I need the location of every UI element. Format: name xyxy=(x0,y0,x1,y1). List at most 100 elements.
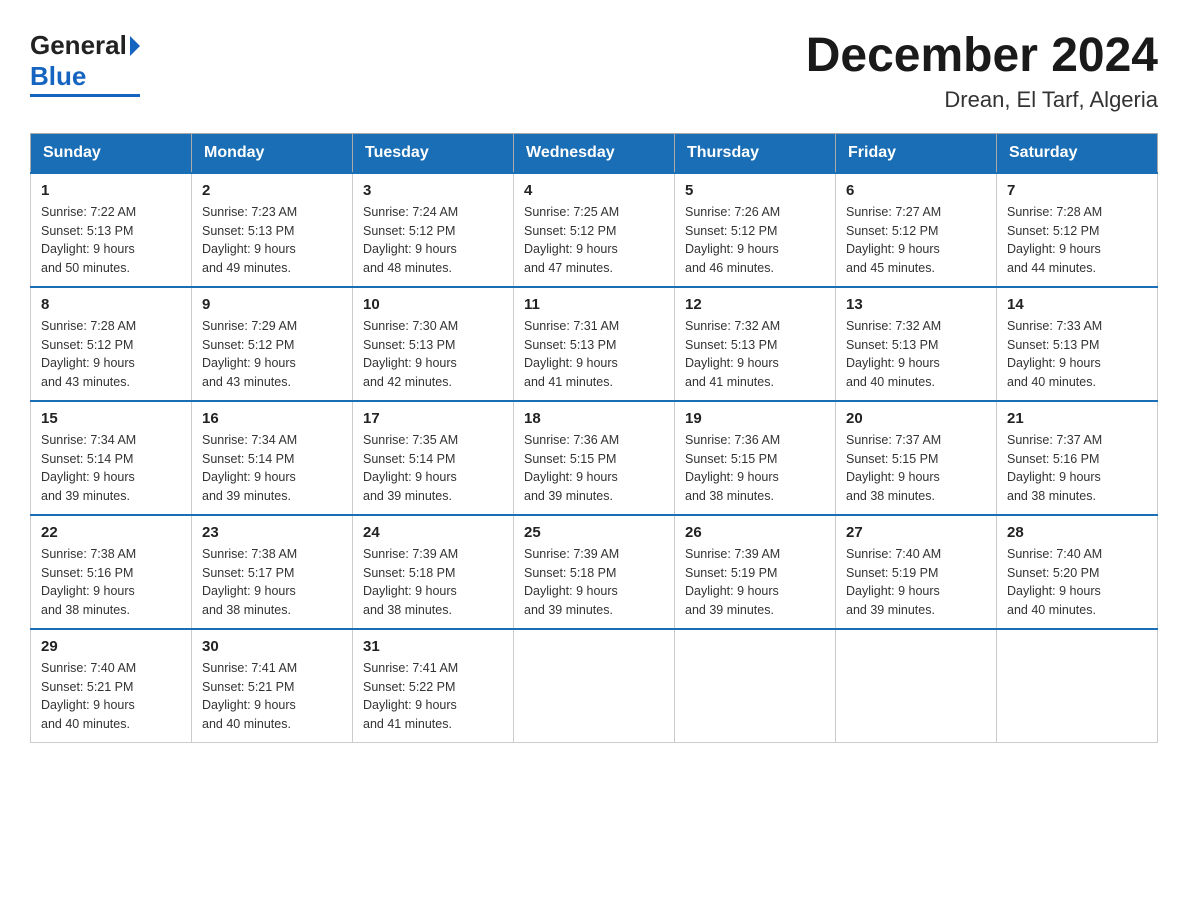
day-number: 1 xyxy=(41,182,181,199)
page-header: General Blue December 2024 Drean, El Tar… xyxy=(30,30,1158,113)
day-info: Sunrise: 7:38 AM Sunset: 5:16 PM Dayligh… xyxy=(41,545,181,620)
day-number: 6 xyxy=(846,182,986,199)
day-number: 13 xyxy=(846,296,986,313)
calendar-day-cell: 28 Sunrise: 7:40 AM Sunset: 5:20 PM Dayl… xyxy=(997,515,1158,629)
day-number: 7 xyxy=(1007,182,1147,199)
calendar-day-cell: 11 Sunrise: 7:31 AM Sunset: 5:13 PM Dayl… xyxy=(514,287,675,401)
day-number: 10 xyxy=(363,296,503,313)
calendar-day-cell: 8 Sunrise: 7:28 AM Sunset: 5:12 PM Dayli… xyxy=(31,287,192,401)
day-info: Sunrise: 7:29 AM Sunset: 5:12 PM Dayligh… xyxy=(202,317,342,392)
calendar-week-row: 8 Sunrise: 7:28 AM Sunset: 5:12 PM Dayli… xyxy=(31,287,1158,401)
calendar-day-cell: 12 Sunrise: 7:32 AM Sunset: 5:13 PM Dayl… xyxy=(675,287,836,401)
day-info: Sunrise: 7:39 AM Sunset: 5:19 PM Dayligh… xyxy=(685,545,825,620)
calendar-day-cell: 29 Sunrise: 7:40 AM Sunset: 5:21 PM Dayl… xyxy=(31,629,192,743)
day-number: 11 xyxy=(524,296,664,313)
day-info: Sunrise: 7:40 AM Sunset: 5:20 PM Dayligh… xyxy=(1007,545,1147,620)
day-info: Sunrise: 7:37 AM Sunset: 5:15 PM Dayligh… xyxy=(846,431,986,506)
title-block: December 2024 Drean, El Tarf, Algeria xyxy=(806,30,1158,113)
logo: General Blue xyxy=(30,30,140,97)
day-number: 16 xyxy=(202,410,342,427)
day-number: 4 xyxy=(524,182,664,199)
day-info: Sunrise: 7:22 AM Sunset: 5:13 PM Dayligh… xyxy=(41,203,181,278)
day-info: Sunrise: 7:36 AM Sunset: 5:15 PM Dayligh… xyxy=(524,431,664,506)
calendar-week-row: 22 Sunrise: 7:38 AM Sunset: 5:16 PM Dayl… xyxy=(31,515,1158,629)
calendar-day-cell: 1 Sunrise: 7:22 AM Sunset: 5:13 PM Dayli… xyxy=(31,173,192,287)
calendar-week-row: 29 Sunrise: 7:40 AM Sunset: 5:21 PM Dayl… xyxy=(31,629,1158,743)
day-number: 3 xyxy=(363,182,503,199)
day-info: Sunrise: 7:41 AM Sunset: 5:21 PM Dayligh… xyxy=(202,659,342,734)
day-info: Sunrise: 7:35 AM Sunset: 5:14 PM Dayligh… xyxy=(363,431,503,506)
calendar-day-cell: 21 Sunrise: 7:37 AM Sunset: 5:16 PM Dayl… xyxy=(997,401,1158,515)
day-info: Sunrise: 7:30 AM Sunset: 5:13 PM Dayligh… xyxy=(363,317,503,392)
day-info: Sunrise: 7:23 AM Sunset: 5:13 PM Dayligh… xyxy=(202,203,342,278)
day-info: Sunrise: 7:28 AM Sunset: 5:12 PM Dayligh… xyxy=(41,317,181,392)
day-number: 27 xyxy=(846,524,986,541)
day-number: 20 xyxy=(846,410,986,427)
calendar-day-cell xyxy=(836,629,997,743)
calendar-day-cell: 30 Sunrise: 7:41 AM Sunset: 5:21 PM Dayl… xyxy=(192,629,353,743)
day-number: 8 xyxy=(41,296,181,313)
calendar-day-cell: 9 Sunrise: 7:29 AM Sunset: 5:12 PM Dayli… xyxy=(192,287,353,401)
day-number: 24 xyxy=(363,524,503,541)
calendar-day-header: Tuesday xyxy=(353,133,514,173)
calendar-day-cell: 6 Sunrise: 7:27 AM Sunset: 5:12 PM Dayli… xyxy=(836,173,997,287)
day-number: 2 xyxy=(202,182,342,199)
page-title: December 2024 xyxy=(806,30,1158,83)
page-subtitle: Drean, El Tarf, Algeria xyxy=(806,87,1158,113)
calendar-day-header: Friday xyxy=(836,133,997,173)
calendar-table: SundayMondayTuesdayWednesdayThursdayFrid… xyxy=(30,133,1158,743)
calendar-day-cell: 5 Sunrise: 7:26 AM Sunset: 5:12 PM Dayli… xyxy=(675,173,836,287)
calendar-day-header: Monday xyxy=(192,133,353,173)
day-number: 26 xyxy=(685,524,825,541)
calendar-day-cell: 2 Sunrise: 7:23 AM Sunset: 5:13 PM Dayli… xyxy=(192,173,353,287)
day-info: Sunrise: 7:40 AM Sunset: 5:19 PM Dayligh… xyxy=(846,545,986,620)
calendar-day-cell: 3 Sunrise: 7:24 AM Sunset: 5:12 PM Dayli… xyxy=(353,173,514,287)
day-info: Sunrise: 7:38 AM Sunset: 5:17 PM Dayligh… xyxy=(202,545,342,620)
day-number: 31 xyxy=(363,638,503,655)
day-number: 14 xyxy=(1007,296,1147,313)
calendar-day-cell xyxy=(997,629,1158,743)
calendar-day-cell: 10 Sunrise: 7:30 AM Sunset: 5:13 PM Dayl… xyxy=(353,287,514,401)
calendar-day-header: Saturday xyxy=(997,133,1158,173)
day-info: Sunrise: 7:28 AM Sunset: 5:12 PM Dayligh… xyxy=(1007,203,1147,278)
calendar-day-cell xyxy=(514,629,675,743)
day-number: 19 xyxy=(685,410,825,427)
day-number: 22 xyxy=(41,524,181,541)
day-number: 28 xyxy=(1007,524,1147,541)
calendar-day-cell: 17 Sunrise: 7:35 AM Sunset: 5:14 PM Dayl… xyxy=(353,401,514,515)
day-number: 25 xyxy=(524,524,664,541)
day-number: 18 xyxy=(524,410,664,427)
calendar-day-cell xyxy=(675,629,836,743)
day-info: Sunrise: 7:33 AM Sunset: 5:13 PM Dayligh… xyxy=(1007,317,1147,392)
day-info: Sunrise: 7:36 AM Sunset: 5:15 PM Dayligh… xyxy=(685,431,825,506)
calendar-day-header: Wednesday xyxy=(514,133,675,173)
calendar-day-cell: 18 Sunrise: 7:36 AM Sunset: 5:15 PM Dayl… xyxy=(514,401,675,515)
calendar-day-cell: 4 Sunrise: 7:25 AM Sunset: 5:12 PM Dayli… xyxy=(514,173,675,287)
day-number: 29 xyxy=(41,638,181,655)
day-number: 23 xyxy=(202,524,342,541)
day-info: Sunrise: 7:31 AM Sunset: 5:13 PM Dayligh… xyxy=(524,317,664,392)
day-info: Sunrise: 7:26 AM Sunset: 5:12 PM Dayligh… xyxy=(685,203,825,278)
logo-underline xyxy=(30,94,140,97)
logo-triangle-icon xyxy=(130,36,140,56)
day-info: Sunrise: 7:34 AM Sunset: 5:14 PM Dayligh… xyxy=(41,431,181,506)
calendar-day-header: Thursday xyxy=(675,133,836,173)
calendar-day-cell: 25 Sunrise: 7:39 AM Sunset: 5:18 PM Dayl… xyxy=(514,515,675,629)
calendar-day-cell: 19 Sunrise: 7:36 AM Sunset: 5:15 PM Dayl… xyxy=(675,401,836,515)
day-number: 9 xyxy=(202,296,342,313)
day-number: 30 xyxy=(202,638,342,655)
day-number: 21 xyxy=(1007,410,1147,427)
day-number: 5 xyxy=(685,182,825,199)
calendar-day-cell: 24 Sunrise: 7:39 AM Sunset: 5:18 PM Dayl… xyxy=(353,515,514,629)
day-info: Sunrise: 7:34 AM Sunset: 5:14 PM Dayligh… xyxy=(202,431,342,506)
calendar-week-row: 15 Sunrise: 7:34 AM Sunset: 5:14 PM Dayl… xyxy=(31,401,1158,515)
calendar-day-cell: 31 Sunrise: 7:41 AM Sunset: 5:22 PM Dayl… xyxy=(353,629,514,743)
calendar-day-cell: 7 Sunrise: 7:28 AM Sunset: 5:12 PM Dayli… xyxy=(997,173,1158,287)
calendar-week-row: 1 Sunrise: 7:22 AM Sunset: 5:13 PM Dayli… xyxy=(31,173,1158,287)
logo-blue-text: Blue xyxy=(30,61,86,91)
day-info: Sunrise: 7:40 AM Sunset: 5:21 PM Dayligh… xyxy=(41,659,181,734)
day-info: Sunrise: 7:39 AM Sunset: 5:18 PM Dayligh… xyxy=(363,545,503,620)
calendar-day-cell: 13 Sunrise: 7:32 AM Sunset: 5:13 PM Dayl… xyxy=(836,287,997,401)
day-info: Sunrise: 7:25 AM Sunset: 5:12 PM Dayligh… xyxy=(524,203,664,278)
day-info: Sunrise: 7:32 AM Sunset: 5:13 PM Dayligh… xyxy=(846,317,986,392)
